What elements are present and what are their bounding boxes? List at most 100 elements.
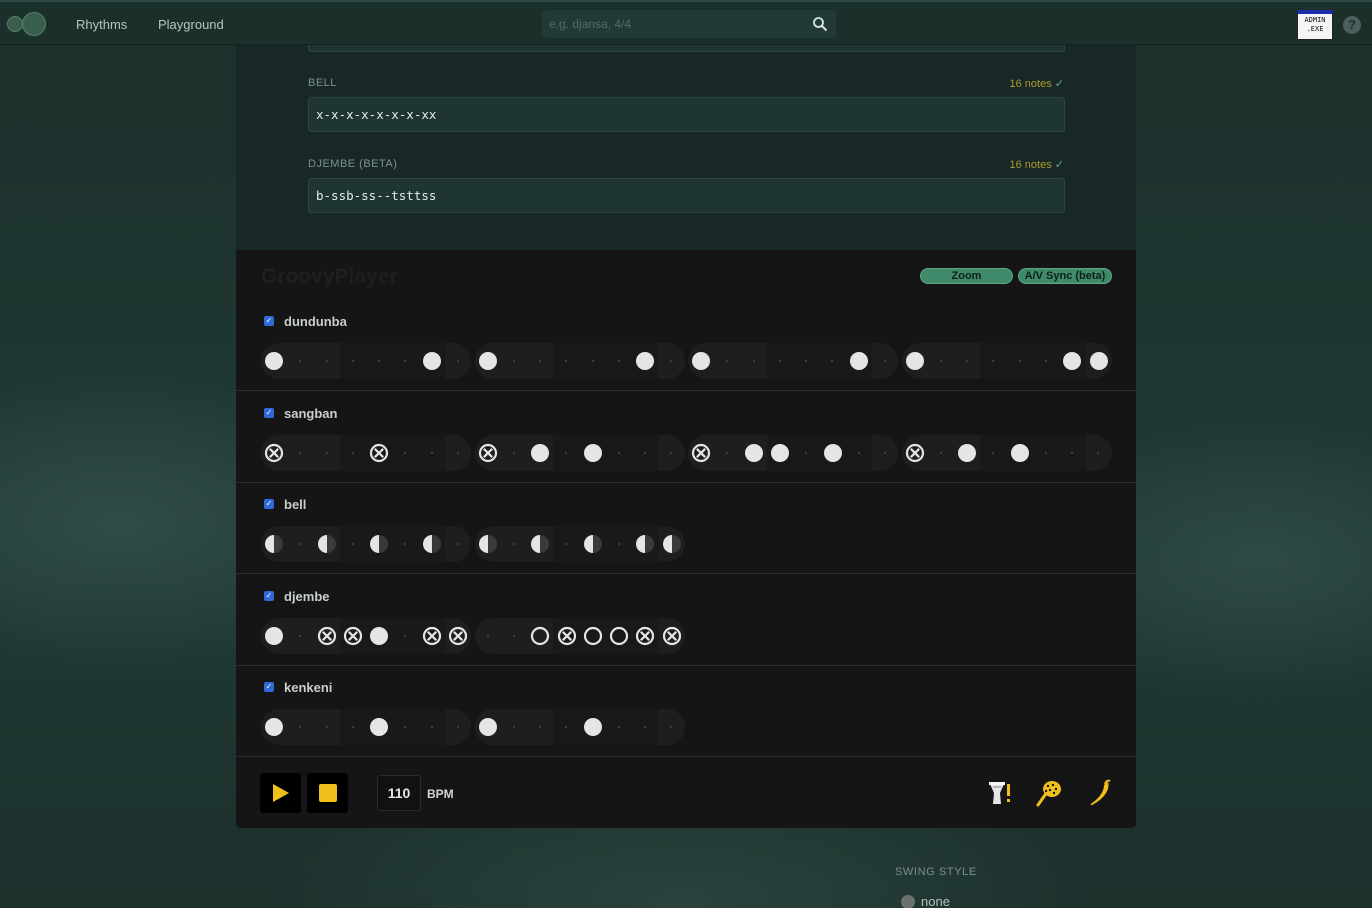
step-cell[interactable]: [766, 434, 794, 471]
step-cell[interactable]: [605, 434, 633, 471]
step-cell[interactable]: [314, 618, 341, 654]
step-cell[interactable]: [287, 618, 314, 654]
step-cell[interactable]: [418, 617, 445, 654]
step-cell[interactable]: [1059, 434, 1086, 471]
step-cell[interactable]: [392, 617, 419, 654]
nav-link-rhythms[interactable]: Rhythms: [76, 17, 127, 32]
step-cell[interactable]: [339, 526, 367, 563]
step-cell[interactable]: [553, 526, 580, 563]
step-cell[interactable]: [314, 435, 341, 471]
step-cell[interactable]: [579, 343, 606, 379]
step-cell[interactable]: [1006, 434, 1033, 471]
step-cell[interactable]: [845, 343, 872, 379]
step-cell[interactable]: [1059, 343, 1086, 379]
step-cell[interactable]: [527, 618, 554, 654]
stop-button[interactable]: [307, 773, 348, 813]
step-cell[interactable]: [475, 435, 502, 471]
step-cell[interactable]: [314, 526, 341, 562]
av-sync-button[interactable]: A/V Sync (beta): [1018, 268, 1112, 284]
nav-link-playground[interactable]: Playground: [158, 17, 224, 32]
logo-icon[interactable]: [7, 12, 47, 36]
step-cell[interactable]: [287, 435, 314, 471]
step-cell[interactable]: [366, 434, 393, 471]
step-cell[interactable]: [579, 709, 606, 746]
track-enable-checkbox[interactable]: ✓: [264, 316, 274, 326]
step-cell[interactable]: [314, 343, 341, 379]
step-cell[interactable]: [714, 343, 741, 379]
search-input[interactable]: [542, 10, 802, 38]
step-cell[interactable]: [445, 526, 471, 562]
step-cell[interactable]: [579, 526, 606, 563]
step-cell[interactable]: [553, 709, 580, 746]
step-cell[interactable]: [1006, 343, 1033, 379]
step-cell[interactable]: [741, 435, 768, 471]
step-cell[interactable]: [793, 343, 820, 379]
step-cell[interactable]: [366, 343, 393, 379]
step-cell[interactable]: [954, 435, 981, 471]
step-cell[interactable]: [658, 435, 684, 471]
chili-pepper-icon[interactable]: [1086, 778, 1116, 808]
step-cell[interactable]: [445, 709, 471, 745]
step-cell[interactable]: [954, 343, 981, 379]
step-cell[interactable]: [475, 709, 502, 745]
step-cell[interactable]: [501, 618, 528, 654]
step-cell[interactable]: [1032, 434, 1060, 471]
step-cell[interactable]: [475, 343, 502, 379]
play-button[interactable]: [260, 773, 301, 813]
step-cell[interactable]: [553, 617, 580, 654]
step-cell[interactable]: [475, 526, 502, 562]
step-cell[interactable]: [632, 434, 659, 471]
bell-pattern-input[interactable]: x-x-x-x-x-x-x-xx: [308, 97, 1065, 132]
step-cell[interactable]: [366, 526, 393, 563]
track-enable-checkbox[interactable]: ✓: [264, 682, 274, 693]
step-cell[interactable]: [314, 709, 341, 745]
step-cell[interactable]: [605, 343, 633, 379]
step-cell[interactable]: [527, 526, 554, 562]
step-cell[interactable]: [819, 343, 846, 379]
step-cell[interactable]: [658, 618, 684, 654]
step-cell[interactable]: [501, 343, 528, 379]
step-cell[interactable]: [392, 343, 419, 379]
djembe-alert-icon[interactable]: [984, 778, 1014, 808]
swing-none-radio[interactable]: [901, 895, 915, 908]
step-cell[interactable]: [1085, 343, 1111, 379]
step-cell[interactable]: [579, 617, 606, 654]
step-cell[interactable]: [261, 526, 288, 562]
step-cell[interactable]: [632, 343, 659, 379]
step-cell[interactable]: [872, 435, 898, 471]
bpm-input[interactable]: 110: [377, 775, 421, 811]
step-cell[interactable]: [658, 526, 684, 562]
step-cell[interactable]: [339, 343, 367, 379]
step-cell[interactable]: [605, 617, 633, 654]
step-cell[interactable]: [793, 434, 820, 471]
step-cell[interactable]: [632, 709, 659, 746]
step-cell[interactable]: [287, 709, 314, 745]
step-cell[interactable]: [445, 435, 471, 471]
step-cell[interactable]: [475, 618, 502, 654]
track-enable-checkbox[interactable]: ✓: [264, 590, 274, 601]
step-cell[interactable]: [980, 343, 1007, 379]
step-cell[interactable]: [418, 526, 445, 563]
previous-field-input[interactable]: [308, 45, 1065, 52]
step-cell[interactable]: [261, 343, 288, 379]
step-cell[interactable]: [287, 526, 314, 562]
step-cell[interactable]: [872, 343, 898, 379]
djembe-pattern-input[interactable]: b-ssb-ss--tsttss: [308, 178, 1065, 213]
step-cell[interactable]: [819, 434, 846, 471]
search-icon[interactable]: [812, 16, 828, 32]
step-cell[interactable]: [1085, 435, 1111, 471]
step-cell[interactable]: [928, 343, 955, 379]
step-cell[interactable]: [366, 709, 393, 746]
step-cell[interactable]: [714, 435, 741, 471]
step-cell[interactable]: [261, 435, 288, 471]
step-cell[interactable]: [392, 434, 419, 471]
track-enable-checkbox[interactable]: ✓: [264, 499, 274, 510]
step-cell[interactable]: [261, 618, 288, 654]
step-cell[interactable]: [688, 435, 715, 471]
step-cell[interactable]: [902, 435, 929, 471]
step-cell[interactable]: [658, 709, 684, 745]
step-cell[interactable]: [527, 343, 554, 379]
step-cell[interactable]: [632, 526, 659, 563]
shaker-icon[interactable]: [1034, 778, 1064, 808]
step-cell[interactable]: [928, 435, 955, 471]
